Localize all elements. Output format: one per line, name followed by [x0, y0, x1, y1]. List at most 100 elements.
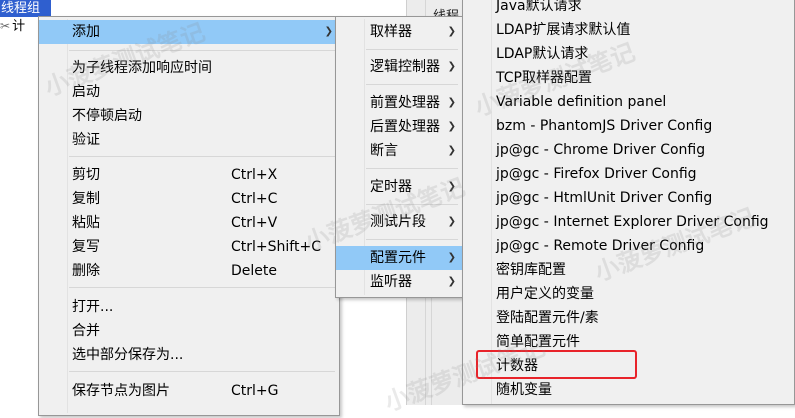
add-submenu: 取样器 ❯ 逻辑控制器 ❯ 前置处理器 ❯ 后置处理器 ❯ 断言 ❯ 定时器 ❯… [335, 16, 463, 298]
menu-item-label: 不停顿启动 [72, 108, 142, 124]
menu-item-label: 取样器 [370, 24, 412, 40]
menu-item-java-request-defaults[interactable]: Java默认请求 [463, 0, 794, 18]
menu-item-phantomjs-driver-config[interactable]: bzm - PhantomJS Driver Config [463, 114, 794, 138]
context-menu: 添加 ❯ 为子线程添加响应时间 启动 不停顿启动 验证 剪切 Ctrl+X 复制… [38, 16, 340, 416]
menu-item-start[interactable]: 启动 [39, 80, 339, 104]
menu-separator [69, 371, 335, 372]
chevron-right-icon: ❯ [447, 181, 456, 192]
menu-item-label: 随机变量 [496, 382, 552, 398]
menu-item-label: jp@gc - Chrome Driver Config [496, 142, 706, 158]
menu-item-label: jp@gc - Firefox Driver Config [496, 166, 697, 182]
menu-item-remote-driver-config[interactable]: jp@gc - Remote Driver Config [463, 234, 794, 258]
menu-item-variable-definition-panel[interactable]: Variable definition panel [463, 90, 794, 114]
chevron-right-icon: ❯ [447, 26, 456, 37]
menu-item-test-fragment[interactable]: 测试片段 ❯ [336, 210, 462, 234]
menu-item-label: 复制 [72, 191, 100, 207]
menu-item-random-variable[interactable]: 随机变量 [463, 378, 794, 402]
menu-item-ldap-defaults[interactable]: LDAP默认请求 [463, 42, 794, 66]
menu-item-add[interactable]: 添加 ❯ [39, 20, 339, 44]
menu-item-user-defined-variables[interactable]: 用户定义的变量 [463, 282, 794, 306]
chevron-right-icon: ❯ [447, 61, 456, 72]
menu-item-post-processors[interactable]: 后置处理器 ❯ [336, 115, 462, 139]
menu-item-paste[interactable]: 粘贴 Ctrl+V [39, 211, 339, 235]
menu-item-ldap-extended-defaults[interactable]: LDAP扩展请求默认值 [463, 18, 794, 42]
menu-item-label: jp@gc - Internet Explorer Driver Config [496, 214, 769, 230]
menu-separator [366, 204, 458, 205]
menu-item-merge[interactable]: 合并 [39, 319, 339, 343]
chevron-right-icon: ❯ [447, 216, 456, 227]
menu-item-label: Variable definition panel [496, 94, 667, 110]
tree-node-label: 计 [12, 19, 26, 34]
tree-node-thread-group[interactable]: 线程组 [0, 0, 51, 17]
menu-item-label: 剪切 [72, 167, 100, 183]
menu-separator [69, 50, 335, 51]
chevron-right-icon: ❯ [447, 276, 456, 287]
tree-node-counter[interactable]: ✂ 计 [0, 18, 25, 34]
annotation-highlight-box [476, 350, 637, 379]
menu-item-label: Java默认请求 [496, 0, 582, 14]
menu-item-open[interactable]: 打开... [39, 295, 339, 319]
menu-item-label: jp@gc - HtmlUnit Driver Config [496, 190, 713, 206]
menu-item-firefox-driver-config[interactable]: jp@gc - Firefox Driver Config [463, 162, 794, 186]
menu-item-label: TCP取样器配置 [496, 70, 592, 86]
menu-item-sampler[interactable]: 取样器 ❯ [336, 20, 462, 44]
menu-item-label: LDAP扩展请求默认值 [496, 22, 631, 38]
menu-item-save-selection-as[interactable]: 选中部分保存为... [39, 343, 339, 367]
menu-item-start-no-pauses[interactable]: 不停顿启动 [39, 104, 339, 128]
chevron-right-icon: ❯ [324, 26, 333, 37]
menu-item-label: 保存节点为图片 [72, 383, 170, 399]
menu-item-label: 逻辑控制器 [370, 59, 440, 75]
menu-item-cut[interactable]: 剪切 Ctrl+X [39, 163, 339, 187]
menu-item-ie-driver-config[interactable]: jp@gc - Internet Explorer Driver Config [463, 210, 794, 234]
chevron-right-icon: ❯ [447, 121, 456, 132]
wrench-icon: ✂ [0, 19, 11, 33]
menu-item-save-node-as-image[interactable]: 保存节点为图片 Ctrl+G [39, 379, 339, 403]
menu-item-label: 断言 [370, 143, 398, 159]
menu-item-keystore-config[interactable]: 密钥库配置 [463, 258, 794, 282]
menu-item-label: 密钥库配置 [496, 262, 566, 278]
menu-item-pre-processors[interactable]: 前置处理器 ❯ [336, 91, 462, 115]
menu-separator [69, 156, 335, 157]
menu-item-add-response-time[interactable]: 为子线程添加响应时间 [39, 56, 339, 80]
menu-item-label: bzm - PhantomJS Driver Config [496, 118, 713, 134]
menu-item-label: 选中部分保存为... [72, 347, 184, 363]
menu-item-login-config-element[interactable]: 登陆配置元件/素 [463, 306, 794, 330]
chevron-right-icon: ❯ [447, 252, 456, 263]
menu-item-label: 删除 [72, 263, 100, 279]
menu-item-label: 复写 [72, 239, 100, 255]
config-element-submenu: Java默认请求 LDAP扩展请求默认值 LDAP默认请求 TCP取样器配置 V… [462, 0, 795, 405]
menu-item-tcp-sampler-config[interactable]: TCP取样器配置 [463, 66, 794, 90]
menu-separator [366, 84, 458, 85]
menu-item-label: jp@gc - Remote Driver Config [496, 238, 705, 254]
menu-item-shortcut: Ctrl+G [231, 383, 279, 399]
menu-item-label: LDAP默认请求 [496, 46, 589, 62]
menu-item-copy[interactable]: 复制 Ctrl+C [39, 187, 339, 211]
menu-separator [366, 239, 458, 240]
menu-item-label: 验证 [72, 132, 100, 148]
menu-item-htmlunit-driver-config[interactable]: jp@gc - HtmlUnit Driver Config [463, 186, 794, 210]
menu-item-shortcut: Delete [231, 263, 277, 279]
menu-separator [366, 168, 458, 169]
menu-item-label: 启动 [72, 84, 100, 100]
menu-item-shortcut: Ctrl+C [231, 191, 278, 207]
menu-item-config-element[interactable]: 配置元件 ❯ [336, 246, 462, 270]
menu-item-validate[interactable]: 验证 [39, 128, 339, 152]
menu-item-label: 为子线程添加响应时间 [72, 60, 212, 76]
menu-item-duplicate[interactable]: 复写 Ctrl+Shift+C [39, 235, 339, 259]
menu-separator [69, 287, 335, 288]
menu-item-chrome-driver-config[interactable]: jp@gc - Chrome Driver Config [463, 138, 794, 162]
chevron-right-icon: ❯ [447, 97, 456, 108]
menu-item-timer[interactable]: 定时器 ❯ [336, 175, 462, 199]
menu-item-label: 打开... [72, 299, 114, 315]
menu-item-label: 用户定义的变量 [496, 286, 594, 302]
menu-item-logic-controller[interactable]: 逻辑控制器 ❯ [336, 55, 462, 79]
menu-item-label: 前置处理器 [370, 95, 440, 111]
menu-item-listener[interactable]: 监听器 ❯ [336, 270, 462, 294]
menu-item-shortcut: Ctrl+X [231, 167, 278, 183]
menu-item-label: 后置处理器 [370, 119, 440, 135]
menu-item-delete[interactable]: 删除 Delete [39, 259, 339, 283]
menu-item-shortcut: Ctrl+V [231, 215, 278, 231]
menu-item-shortcut: Ctrl+Shift+C [231, 239, 321, 255]
menu-item-assertions[interactable]: 断言 ❯ [336, 139, 462, 163]
menu-item-label: 定时器 [370, 179, 412, 195]
